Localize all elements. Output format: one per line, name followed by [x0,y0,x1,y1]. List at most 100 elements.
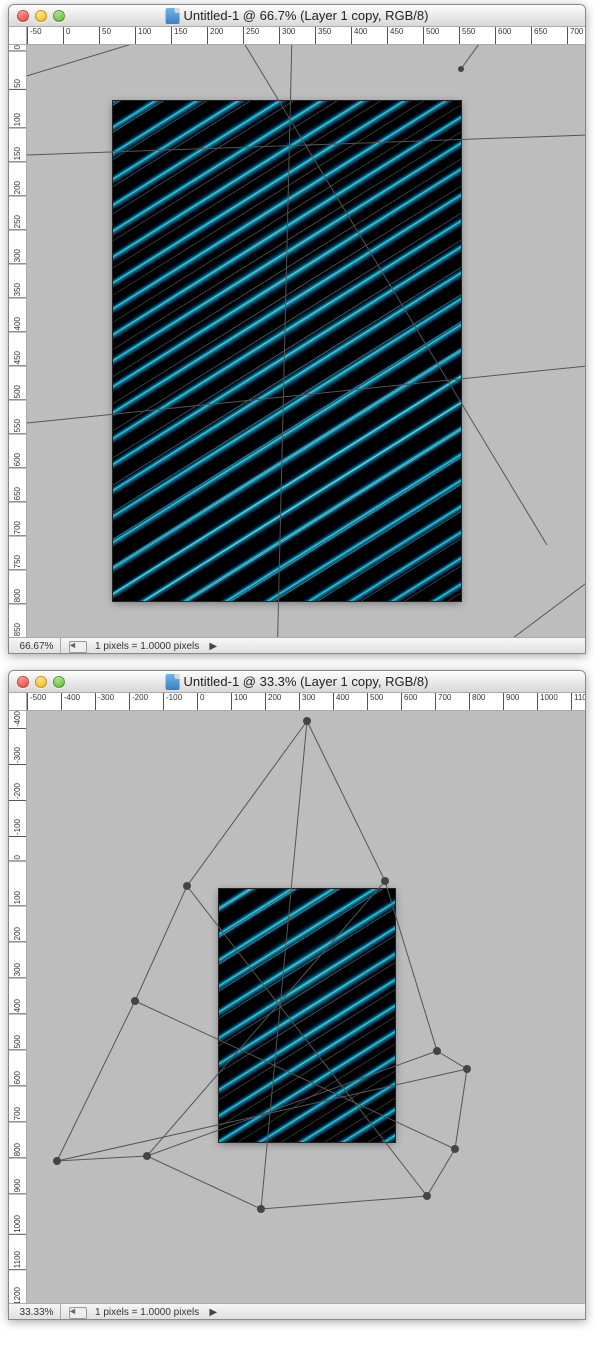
ruler-tick: 1000 [537,693,558,711]
close-icon[interactable] [17,676,29,688]
ruler-tick: 900 [503,693,519,711]
ruler-tick: 0 [197,693,204,711]
zoom-field[interactable]: 66.67% [13,638,61,654]
document-window-1: Untitled-1 @ 66.7% (Layer 1 copy, RGB/8)… [8,4,586,654]
ruler-tick: 100 [231,693,247,711]
ruler-horizontal[interactable]: -500-400-300-200-10001002003004005006007… [27,693,585,711]
ruler-tick: -200 [129,693,148,711]
ruler-tick: 600 [9,453,27,468]
ruler-tick: 500 [9,385,27,400]
zoom-icon[interactable] [53,10,65,22]
ruler-tick: 200 [265,693,281,711]
ruler-tick: 400 [9,999,27,1014]
ruler-tick: 800 [469,693,485,711]
ruler-tick: 100 [135,27,151,45]
ruler-tick: 600 [9,1071,27,1086]
ruler-tick: 800 [9,1143,27,1158]
ruler-tick: 450 [9,351,27,366]
ruler-tick: 600 [401,693,417,711]
ruler-tick: 0 [9,855,27,861]
ruler-tick: 700 [9,1107,27,1122]
ruler-tick: 1100 [9,1251,27,1270]
ruler-tick: -100 [163,693,182,711]
status-bar: 33.33% 1 pixels = 1.0000 pixels ▶ [9,1303,585,1320]
ruler-tick: 250 [243,27,259,45]
ruler-tick: 750 [9,555,27,570]
ruler-tick: 50 [9,79,27,90]
ruler-tick: 150 [9,147,27,162]
ruler-tick: 400 [351,27,367,45]
canvas-area[interactable] [27,711,585,1303]
ruler-tick: 600 [495,27,511,45]
document-icon [166,674,180,690]
close-icon[interactable] [17,10,29,22]
ruler-tick: 50 [99,27,111,45]
canvas-area[interactable] [27,45,585,637]
ruler-tick: 550 [9,419,27,434]
ruler-tick: 300 [9,963,27,978]
document-icon [166,8,180,24]
ruler-tick: 400 [333,693,349,711]
ruler-tick: 1000 [9,1215,27,1235]
scrub-icon[interactable] [69,1307,87,1319]
ruler-tick: 0 [63,27,70,45]
ruler-tick: 550 [459,27,475,45]
ruler-tick: 300 [279,27,295,45]
ruler-tick: 1200 [9,1287,27,1303]
ruler-tick: -100 [9,819,27,837]
ruler-tick: 300 [9,249,27,264]
traffic-lights [17,10,65,22]
ruler-tick: 0 [9,45,27,51]
titlebar[interactable]: Untitled-1 @ 66.7% (Layer 1 copy, RGB/8) [9,5,585,27]
ruler-tick: -400 [61,693,80,711]
ruler-tick: 700 [435,693,451,711]
flyout-icon[interactable]: ▶ [207,1307,219,1319]
image-content [219,889,395,1142]
ruler-horizontal[interactable]: -50 0 50 100 150 200 250 300 350 400 450 500 550 600 6… [27,27,585,45]
ruler-tick: 450 [387,27,403,45]
ruler-tick: 350 [9,283,27,298]
ruler-tick: 500 [423,27,439,45]
ruler-origin[interactable] [9,27,27,45]
ruler-tick: 200 [9,927,27,942]
minimize-icon[interactable] [35,10,47,22]
ruler-tick: 500 [367,693,383,711]
ruler-vertical[interactable]: 0501001502002503003504004505005506006507… [9,45,27,637]
canvas[interactable] [113,101,461,601]
ruler-tick: -200 [9,783,27,801]
ruler-tick: -300 [95,693,114,711]
ruler-tick: 900 [9,1179,27,1194]
ruler-tick: 200 [207,27,223,45]
scrub-icon[interactable] [69,641,87,653]
ruler-origin[interactable] [9,693,27,711]
ruler-tick: 150 [171,27,187,45]
ruler-tick: 1100 [571,693,585,711]
ruler-tick: 400 [9,317,27,332]
ruler-tick: 650 [9,487,27,502]
ruler-tick: 700 [567,27,583,45]
window-title: Untitled-1 @ 66.7% (Layer 1 copy, RGB/8) [166,8,429,24]
pixel-info: 1 pixels = 1.0000 pixels [95,641,199,652]
canvas[interactable] [219,889,395,1142]
titlebar[interactable]: Untitled-1 @ 33.3% (Layer 1 copy, RGB/8) [9,671,585,693]
ruler-vertical[interactable]: -400 -300 -200 -100 0 100 200 300 400 500 600 700 80… [9,711,27,1303]
ruler-tick: -300 [9,747,27,765]
ruler-tick: 250 [9,215,27,230]
ruler-tick: 650 [531,27,547,45]
zoom-field[interactable]: 33.33% [13,1304,61,1320]
ruler-tick: 300 [299,693,315,711]
flyout-icon[interactable]: ▶ [207,641,219,653]
ruler-tick: -50 [27,27,42,45]
ruler-tick: 350 [315,27,331,45]
ruler-tick: 500 [9,1035,27,1050]
ruler-tick: -400 [9,711,27,729]
zoom-icon[interactable] [53,676,65,688]
workspace: -500-400-300-200-10001002003004005006007… [9,693,585,1320]
title-text: Untitled-1 @ 33.3% (Layer 1 copy, RGB/8) [184,674,429,689]
document-window-2: Untitled-1 @ 33.3% (Layer 1 copy, RGB/8)… [8,670,586,1320]
minimize-icon[interactable] [35,676,47,688]
ruler-tick: 100 [9,891,27,906]
ruler-tick: 100 [9,113,27,128]
ruler-tick: 800 [9,589,27,604]
image-content [113,101,461,601]
